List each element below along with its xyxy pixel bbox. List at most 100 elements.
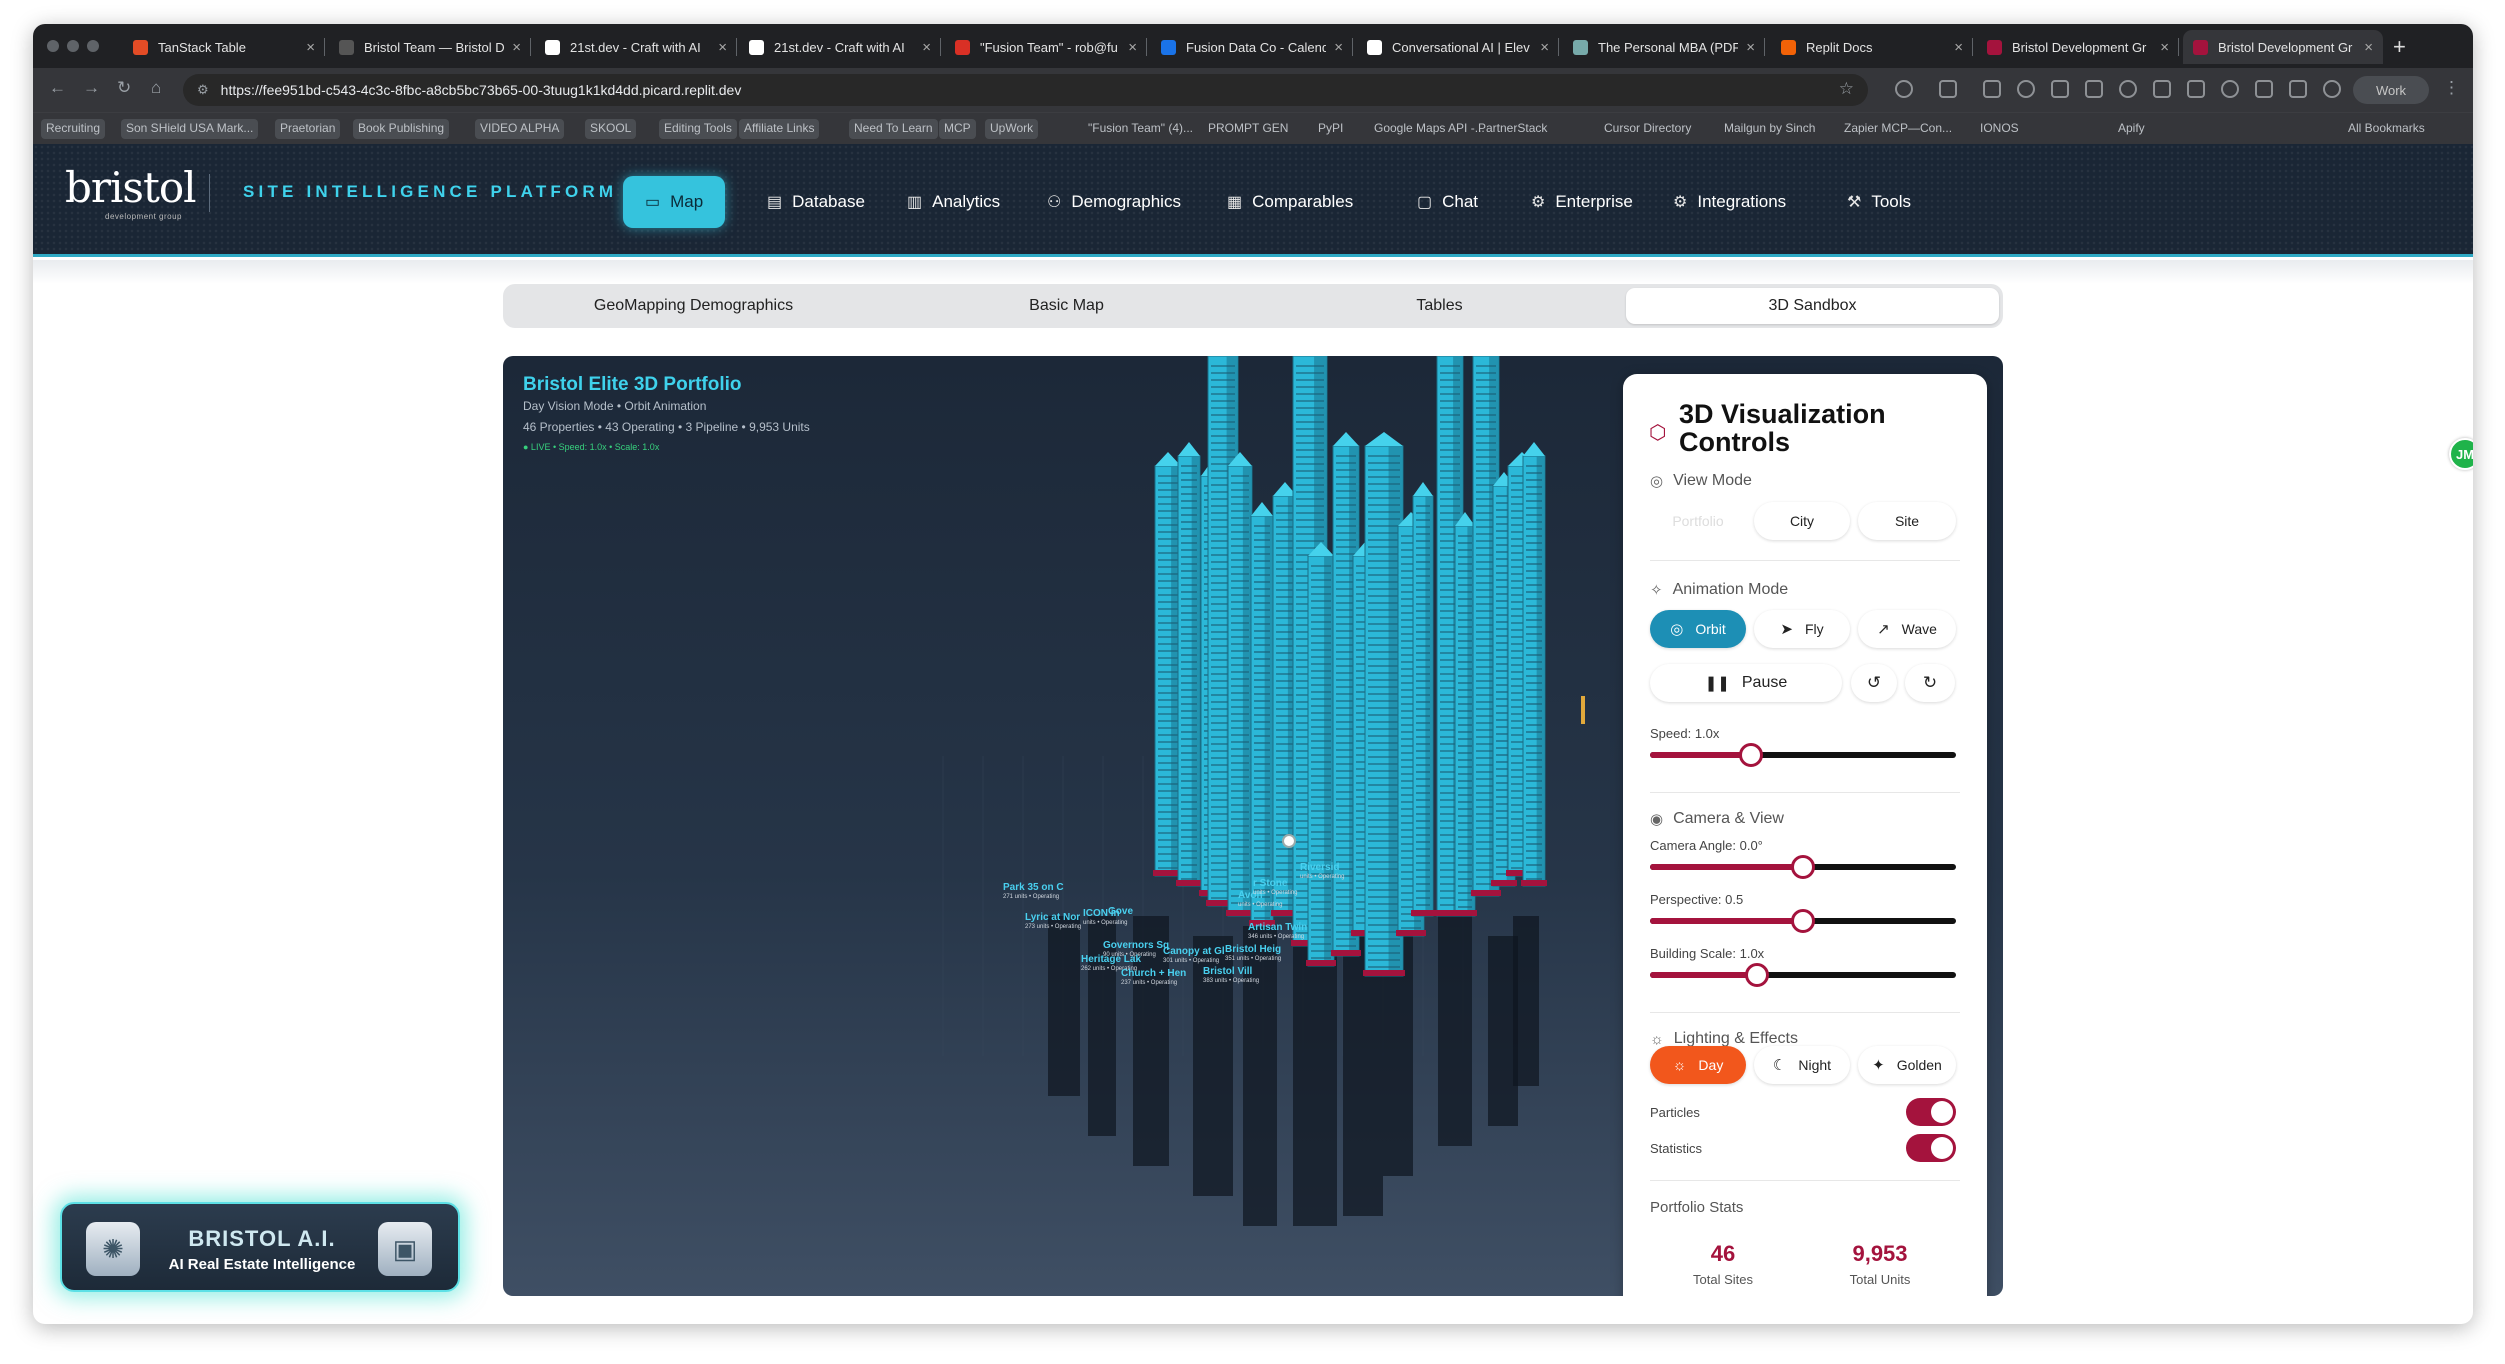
fly-button[interactable]: ➤ Fly: [1754, 610, 1850, 648]
extension-icon[interactable]: [2119, 80, 2137, 98]
pause-button[interactable]: ❚❚ Pause: [1650, 664, 1842, 702]
tab-close-icon[interactable]: ×: [1540, 39, 1549, 56]
nav-demographics[interactable]: ⚇ Demographics: [1033, 176, 1195, 228]
browser-tab[interactable]: Replit Docs ×: [1771, 30, 1973, 64]
browser-tab[interactable]: Fusion Data Co - Calend ×: [1151, 30, 1353, 64]
particles-toggle[interactable]: [1906, 1098, 1956, 1126]
bookmark-item[interactable]: MCP: [939, 119, 976, 139]
bookmark-item[interactable]: UpWork: [985, 119, 1039, 139]
refresh-button[interactable]: ↻: [1905, 664, 1955, 702]
slider-knob[interactable]: [1791, 855, 1815, 879]
bookmark-item[interactable]: Recruiting: [41, 119, 106, 139]
bookmark-item[interactable]: Apify: [2113, 119, 2150, 139]
nav-comparables[interactable]: ▦ Comparables: [1213, 176, 1367, 228]
golden-button[interactable]: ✦ Golden: [1858, 1046, 1956, 1084]
speed-slider[interactable]: [1650, 743, 1956, 767]
extension-icon[interactable]: [2187, 80, 2205, 98]
extension-icon[interactable]: [2255, 80, 2273, 98]
camera-angle-slider[interactable]: [1650, 855, 1956, 879]
browser-tab[interactable]: Bristol Development Gr ×: [1977, 30, 2179, 64]
browser-tab[interactable]: TanStack Table ×: [123, 30, 325, 64]
extension-icon[interactable]: [1983, 80, 2001, 98]
more-menu-icon[interactable]: ⋮: [2443, 78, 2460, 98]
view-city-button[interactable]: City: [1754, 502, 1850, 540]
slider-knob[interactable]: [1739, 743, 1763, 767]
bookmark-item[interactable]: Editing Tools: [659, 119, 737, 139]
nav-integrations[interactable]: ⚙ Integrations: [1659, 176, 1800, 228]
tab-close-icon[interactable]: ×: [1954, 39, 1963, 56]
bristol-ai-button[interactable]: ✺ BRISTOL A.I. AI Real Estate Intelligen…: [60, 1202, 460, 1292]
extension-icon[interactable]: [2221, 80, 2239, 98]
bookmark-item[interactable]: VIDEO ALPHA: [475, 119, 565, 139]
tab-close-icon[interactable]: ×: [306, 39, 315, 56]
reload-icon[interactable]: ↻: [117, 78, 131, 98]
tab-close-icon[interactable]: ×: [2160, 39, 2169, 56]
perspective-slider[interactable]: [1650, 909, 1956, 933]
bookmark-item[interactable]: Affiliate Links: [739, 119, 820, 139]
bristol-logo[interactable]: bristol: [65, 163, 197, 212]
slider-knob[interactable]: [1745, 963, 1769, 987]
floating-avatar-badge[interactable]: JM: [2449, 438, 2473, 470]
subtab-basic-map[interactable]: Basic Map: [880, 288, 1253, 324]
extension-icon[interactable]: [1895, 80, 1913, 98]
day-button[interactable]: ☼ Day: [1650, 1046, 1746, 1084]
extension-icon[interactable]: [2289, 80, 2307, 98]
extension-icon[interactable]: [2153, 80, 2171, 98]
browser-tab[interactable]: 21st.dev - Craft with AI ×: [739, 30, 941, 64]
forward-icon[interactable]: →: [83, 78, 100, 98]
bookmark-item[interactable]: Google Maps API -...: [1369, 119, 1490, 139]
browser-tab[interactable]: The Personal MBA (PDF ×: [1563, 30, 1765, 64]
extension-icon[interactable]: [2085, 80, 2103, 98]
view-site-button[interactable]: Site: [1858, 502, 1956, 540]
bookmark-item[interactable]: Mailgun by Sinch: [1719, 119, 1820, 139]
subtab-geomapping-demographics[interactable]: GeoMapping Demographics: [507, 288, 880, 324]
bookmark-item[interactable]: IONOS: [1975, 119, 2024, 139]
tab-close-icon[interactable]: ×: [2364, 39, 2373, 56]
subtab-tables[interactable]: Tables: [1253, 288, 1626, 324]
bookmark-item[interactable]: PartnerStack: [1473, 119, 1552, 139]
tab-close-icon[interactable]: ×: [718, 39, 727, 56]
bookmark-item[interactable]: Need To Learn: [849, 119, 938, 139]
bookmark-item[interactable]: SKOOL: [585, 119, 637, 139]
bookmark-item[interactable]: Book Publishing: [353, 119, 450, 139]
browser-tab[interactable]: Conversational AI | Elev ×: [1357, 30, 1559, 64]
browser-tab[interactable]: "Fusion Team" - rob@fu ×: [945, 30, 1147, 64]
bookmark-item[interactable]: "Fusion Team" (4)...: [1083, 119, 1198, 139]
building-scale-slider[interactable]: [1650, 963, 1956, 987]
profile-button[interactable]: Work: [2353, 76, 2429, 104]
browser-tab[interactable]: Bristol Development Gr ×: [2183, 30, 2383, 64]
reset-button[interactable]: ↺: [1851, 664, 1897, 702]
tab-close-icon[interactable]: ×: [1746, 39, 1755, 56]
3d-scene[interactable]: Park 35 on C 271 units • Operating Lyric a…: [503, 356, 2003, 1296]
bookmark-item[interactable]: PyPI: [1313, 119, 1348, 139]
tab-close-icon[interactable]: ×: [922, 39, 931, 56]
extension-icon[interactable]: [2323, 80, 2341, 98]
view-portfolio-button[interactable]: Portfolio: [1650, 502, 1746, 540]
bookmark-star-icon[interactable]: ☆: [1839, 79, 1854, 99]
nav-tools[interactable]: ⚒ Tools: [1833, 176, 1925, 228]
nav-analytics[interactable]: ▥ Analytics: [893, 176, 1014, 228]
subtab-3d-sandbox[interactable]: 3D Sandbox: [1626, 288, 1999, 324]
slider-knob[interactable]: [1791, 909, 1815, 933]
browser-tab[interactable]: Bristol Team — Bristol D ×: [329, 30, 531, 64]
bookmark-item[interactable]: Son SHield USA Mark...: [121, 119, 259, 139]
extension-icon[interactable]: [1939, 80, 1957, 98]
extension-icon[interactable]: [2051, 80, 2069, 98]
bookmark-item[interactable]: Praetorian: [275, 119, 341, 139]
new-tab-button[interactable]: +: [2393, 34, 2406, 60]
zoom-window-button[interactable]: [87, 40, 99, 52]
tab-close-icon[interactable]: ×: [1334, 39, 1343, 56]
nav-database[interactable]: ▤ Database: [753, 176, 879, 228]
night-button[interactable]: ☾ Night: [1754, 1046, 1850, 1084]
wave-button[interactable]: ↗ Wave: [1858, 610, 1956, 648]
orbit-button[interactable]: ◎ Orbit: [1650, 610, 1746, 648]
nav-chat[interactable]: ▢ Chat: [1403, 176, 1492, 228]
bookmark-item[interactable]: Zapier MCP—Con...: [1839, 119, 1957, 139]
home-icon[interactable]: ⌂: [151, 78, 161, 98]
minimize-window-button[interactable]: [67, 40, 79, 52]
tab-close-icon[interactable]: ×: [512, 39, 521, 56]
statistics-toggle[interactable]: [1906, 1134, 1956, 1162]
back-icon[interactable]: ←: [49, 78, 66, 98]
browser-tab[interactable]: 21st.dev - Craft with AI ×: [535, 30, 737, 64]
site-info-icon[interactable]: ⚙: [197, 82, 209, 98]
